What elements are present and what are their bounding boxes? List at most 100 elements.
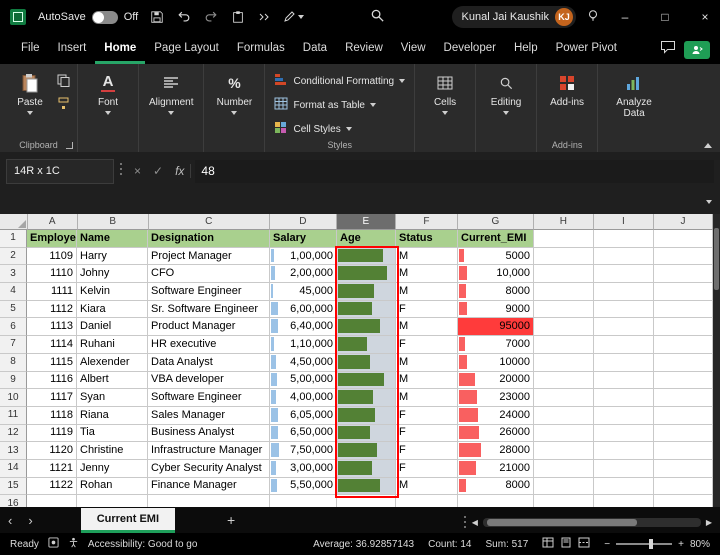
- cell-A7[interactable]: 1114: [27, 336, 77, 354]
- cell-D8[interactable]: 4,50,000: [270, 353, 337, 372]
- menu-tab-file[interactable]: File: [12, 36, 49, 64]
- cell-I6[interactable]: [594, 318, 654, 337]
- cell-I8[interactable]: [594, 353, 654, 372]
- cell-H2[interactable]: [534, 247, 594, 266]
- cell-F7[interactable]: F: [396, 336, 458, 354]
- cell-C8[interactable]: Data Analyst: [148, 353, 270, 372]
- cell-F15[interactable]: M: [396, 477, 458, 496]
- row-header-10[interactable]: 10: [0, 389, 27, 407]
- cell-A3[interactable]: 1110: [27, 265, 77, 284]
- column-header-I[interactable]: I: [593, 214, 654, 230]
- cell-C15[interactable]: Finance Manager: [148, 477, 270, 496]
- cell-I12[interactable]: [594, 424, 654, 443]
- paste-button[interactable]: Paste: [5, 68, 55, 119]
- undo-button[interactable]: [177, 10, 191, 24]
- cell-J5[interactable]: [654, 300, 713, 319]
- cell-J10[interactable]: [654, 389, 713, 407]
- page-break-view-icon[interactable]: [578, 537, 590, 551]
- cell-F4[interactable]: M: [396, 283, 458, 301]
- cell-F2[interactable]: M: [396, 247, 458, 266]
- cell-A6[interactable]: 1113: [27, 318, 77, 337]
- confirm-entry-icon[interactable]: ✓: [147, 164, 169, 178]
- cell-I5[interactable]: [594, 300, 654, 319]
- maximize-button[interactable]: □: [650, 0, 680, 34]
- cell-styles-button[interactable]: Cell Styles: [270, 118, 409, 140]
- column-header-H[interactable]: H: [533, 214, 594, 230]
- insert-function-button[interactable]: fx: [169, 164, 192, 178]
- row-header-1[interactable]: 1: [0, 230, 27, 248]
- cell-B14[interactable]: Jenny: [77, 459, 148, 478]
- cell-C9[interactable]: VBA developer: [148, 371, 270, 390]
- save-button[interactable]: [150, 10, 164, 24]
- analyze-data-button[interactable]: Analyze Data: [603, 68, 665, 123]
- status-count[interactable]: Count: 14: [428, 539, 471, 550]
- cell-C10[interactable]: Software Engineer: [148, 389, 270, 407]
- sheet-tab-current-emi[interactable]: Current EMI: [80, 507, 176, 533]
- macro-record-icon[interactable]: [48, 537, 59, 551]
- cell-J16[interactable]: [654, 495, 713, 507]
- cell-A11[interactable]: 1118: [27, 406, 77, 425]
- menu-tab-formulas[interactable]: Formulas: [228, 36, 294, 64]
- cell-B7[interactable]: Ruhani: [77, 336, 148, 354]
- scroll-right-icon[interactable]: ▶: [706, 518, 712, 527]
- cell-E4[interactable]: [337, 283, 396, 301]
- cell-H13[interactable]: [534, 442, 594, 460]
- cell-D11[interactable]: 6,05,000: [270, 406, 337, 425]
- cell-D15[interactable]: 5,50,000: [270, 477, 337, 496]
- cell-D3[interactable]: 2,00,000: [270, 265, 337, 284]
- row-header-5[interactable]: 5: [0, 300, 27, 319]
- cell-B2[interactable]: Harry: [77, 247, 148, 266]
- cell-B8[interactable]: Alexender: [77, 353, 148, 372]
- cell-I2[interactable]: [594, 247, 654, 266]
- cell-J1[interactable]: [654, 230, 713, 248]
- cell-B13[interactable]: Christine: [77, 442, 148, 460]
- zoom-out-icon[interactable]: −: [604, 539, 610, 550]
- cell-E8[interactable]: [337, 353, 396, 372]
- cell-G13[interactable]: 28000: [458, 442, 534, 460]
- cell-G7[interactable]: 7000: [458, 336, 534, 354]
- cell-C2[interactable]: Project Manager: [148, 247, 270, 266]
- comments-button[interactable]: [660, 40, 676, 59]
- cell-E10[interactable]: [337, 389, 396, 407]
- cell-I3[interactable]: [594, 265, 654, 284]
- cell-G8[interactable]: 10000: [458, 353, 534, 372]
- cell-I13[interactable]: [594, 442, 654, 460]
- cell-G1[interactable]: Current_EMI: [458, 230, 534, 248]
- status-sum[interactable]: Sum: 517: [485, 539, 528, 550]
- cell-J9[interactable]: [654, 371, 713, 390]
- cell-F12[interactable]: F: [396, 424, 458, 443]
- normal-view-icon[interactable]: [542, 537, 554, 551]
- horizontal-scrollbar[interactable]: [482, 517, 701, 527]
- cell-H15[interactable]: [534, 477, 594, 496]
- cell-I10[interactable]: [594, 389, 654, 407]
- cell-G10[interactable]: 23000: [458, 389, 534, 407]
- cell-F11[interactable]: F: [396, 406, 458, 425]
- horizontal-scrollbar-thumb[interactable]: [486, 518, 637, 526]
- cell-D10[interactable]: 4,00,000: [270, 389, 337, 407]
- cell-E3[interactable]: [337, 265, 396, 284]
- cell-I11[interactable]: [594, 406, 654, 425]
- cell-J14[interactable]: [654, 459, 713, 478]
- menu-tab-review[interactable]: Review: [336, 36, 392, 64]
- cell-A9[interactable]: 1116: [27, 371, 77, 390]
- cell-I16[interactable]: [594, 495, 654, 507]
- formula-input[interactable]: 48: [195, 159, 714, 183]
- cell-H14[interactable]: [534, 459, 594, 478]
- addins-button[interactable]: Add-ins: [542, 68, 592, 112]
- vertical-scrollbar[interactable]: [713, 214, 720, 507]
- cell-A8[interactable]: 1115: [27, 353, 77, 372]
- cell-H3[interactable]: [534, 265, 594, 284]
- name-box[interactable]: 14R x 1C: [6, 158, 114, 184]
- menu-tab-power-pivot[interactable]: Power Pivot: [547, 36, 626, 64]
- cells-button[interactable]: Cells: [420, 68, 470, 119]
- cell-C4[interactable]: Software Engineer: [148, 283, 270, 301]
- cell-A15[interactable]: 1122: [27, 477, 77, 496]
- cell-F14[interactable]: F: [396, 459, 458, 478]
- accessibility-icon[interactable]: [68, 537, 79, 551]
- row-header-13[interactable]: 13: [0, 442, 27, 460]
- cell-D1[interactable]: Salary: [270, 230, 337, 248]
- cell-F3[interactable]: M: [396, 265, 458, 284]
- excel-logo-icon[interactable]: [10, 9, 26, 25]
- cell-D6[interactable]: 6,40,000: [270, 318, 337, 337]
- cell-B4[interactable]: Kelvin: [77, 283, 148, 301]
